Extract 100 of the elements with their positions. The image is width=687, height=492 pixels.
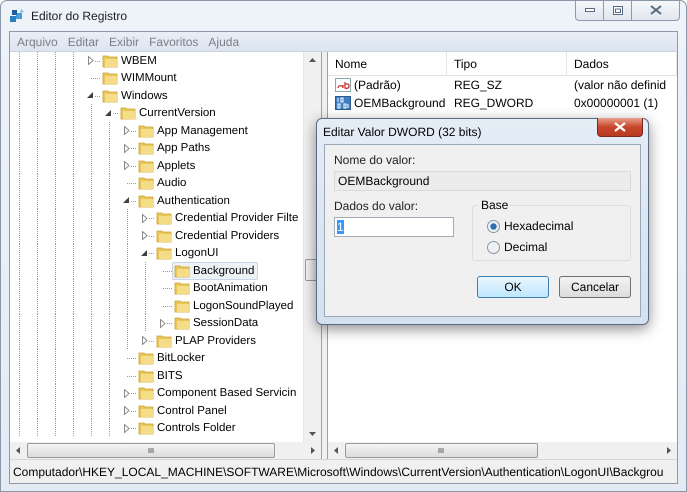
group-label: Base <box>479 198 510 212</box>
scroll-left-icon[interactable] <box>15 447 22 454</box>
scroll-up-icon[interactable] <box>309 57 316 64</box>
tree-item[interactable]: App Paths <box>136 139 214 158</box>
scroll-down-icon[interactable] <box>309 430 316 437</box>
collapse-arrow-icon[interactable] <box>123 197 130 204</box>
tree-item[interactable]: BITS <box>136 366 187 385</box>
tree-item[interactable]: SessionData <box>172 314 262 332</box>
tree-item[interactable]: Background <box>172 262 258 280</box>
folder-icon <box>174 298 190 313</box>
folder-icon <box>138 421 154 436</box>
tree-item[interactable]: Authentication <box>136 192 234 210</box>
tree-item[interactable]: CurrentVersion <box>118 104 220 122</box>
folder-icon <box>156 246 172 260</box>
scroll-left-icon[interactable] <box>333 447 340 454</box>
close-icon <box>650 5 662 15</box>
folder-icon <box>156 228 172 243</box>
radio-label: Hexadecimal <box>504 219 574 233</box>
radio-button[interactable] <box>487 220 500 232</box>
tree-item[interactable]: BitLocker <box>136 349 209 368</box>
column-header[interactable]: Dados <box>567 52 677 75</box>
tree-item[interactable]: App Management <box>136 122 252 140</box>
dialog-button[interactable]: Cancelar <box>559 276 631 298</box>
window-title: Editor do Registro <box>31 9 128 23</box>
table-cell: OEMBackground <box>328 96 447 110</box>
column-header[interactable]: Nome <box>328 52 447 75</box>
horizontal-scrollbar[interactable] <box>10 442 322 459</box>
tree-item[interactable]: Control Panel <box>136 402 231 420</box>
scroll-thumb[interactable] <box>27 443 275 458</box>
expand-arrow-icon[interactable] <box>124 126 130 136</box>
table-cell-text: REG_SZ <box>453 78 504 92</box>
folder-icon <box>102 88 118 103</box>
collapse-arrow-icon[interactable] <box>87 92 94 100</box>
maximize-button[interactable] <box>604 1 632 21</box>
table-cell-text: REG_DWORD <box>453 96 534 110</box>
expand-arrow-icon[interactable] <box>142 214 148 223</box>
table-cell: (Padrão) <box>328 78 447 92</box>
close-button[interactable] <box>632 1 680 21</box>
maximize-icon <box>612 6 622 14</box>
tree-item[interactable]: Credential Provider Filte <box>154 209 302 228</box>
expand-arrow-icon[interactable] <box>124 144 130 153</box>
folder-icon <box>102 54 118 68</box>
minimize-button[interactable] <box>575 1 604 21</box>
folder-icon <box>138 141 154 156</box>
tree-item[interactable]: Credential Providers <box>154 226 284 245</box>
field-label: Nome do valor: <box>334 153 416 167</box>
tree-item[interactable]: PLAP Providers <box>154 332 260 350</box>
scroll-right-icon[interactable] <box>665 447 672 454</box>
dialog-button[interactable]: OK <box>477 276 549 298</box>
dialog-title: Editar Valor DWORD (32 bits) <box>323 124 482 138</box>
scroll-right-icon[interactable] <box>309 447 316 454</box>
radio-label: Decimal <box>504 240 548 254</box>
tree-item[interactable]: Applets <box>136 156 200 175</box>
scroll-thumb[interactable] <box>345 443 538 458</box>
folder-icon <box>138 351 154 366</box>
expand-arrow-icon[interactable] <box>124 388 130 398</box>
status-bar: Computador\HKEY_LOCAL_MACHINE\SOFTWARE\Microsoft\Windows\CurrentVersion\Authentication\LogonUI\Backgrou <box>10 459 677 483</box>
tree-item[interactable]: BootAnimation <box>172 279 272 298</box>
folder-icon <box>138 194 154 208</box>
grip-icon <box>438 448 445 453</box>
registry-cubes-icon <box>9 8 25 24</box>
binary-value-icon <box>335 96 351 110</box>
folder-icon <box>138 386 154 400</box>
value-name-field[interactable]: OEMBackground <box>334 171 631 191</box>
folder-icon <box>102 71 118 86</box>
expand-arrow-icon[interactable] <box>142 231 148 240</box>
folder-icon <box>138 404 154 418</box>
expand-arrow-icon[interactable] <box>124 406 130 416</box>
field-label: Dados do valor: <box>334 199 420 213</box>
tree-item[interactable]: Component Based Servicin <box>136 384 300 402</box>
tree-item[interactable]: Controls Folder <box>136 419 240 438</box>
close-button[interactable] <box>597 118 643 137</box>
expand-arrow-icon[interactable] <box>160 318 166 328</box>
tree-item[interactable]: LogonUI <box>154 244 222 262</box>
horizontal-scrollbar[interactable] <box>328 442 677 459</box>
tree-item[interactable]: WIMMount <box>100 69 181 88</box>
minimize-icon <box>584 8 594 12</box>
close-icon <box>614 122 626 132</box>
folder-icon <box>174 281 190 296</box>
folder-icon <box>138 368 154 383</box>
grip-icon <box>148 448 154 453</box>
tree-item[interactable]: WBEM <box>100 52 161 70</box>
expand-arrow-icon[interactable] <box>88 56 94 66</box>
folder-icon <box>174 264 190 278</box>
folder-icon <box>138 176 154 190</box>
radio-button[interactable] <box>487 240 500 254</box>
folder-icon <box>156 211 172 226</box>
table-cell-text: (valor não definid <box>573 78 668 92</box>
tree-item[interactable]: Audio <box>136 174 190 192</box>
expand-arrow-icon[interactable] <box>124 161 130 170</box>
expand-arrow-icon[interactable] <box>142 336 148 346</box>
folder-icon <box>156 334 172 348</box>
folder-icon <box>174 316 190 330</box>
tree-item[interactable]: Windows <box>100 86 172 105</box>
tree-item[interactable]: LogonSoundPlayed <box>172 296 298 315</box>
expand-arrow-icon[interactable] <box>124 424 130 433</box>
string-value-icon <box>335 78 351 92</box>
folder-icon <box>138 158 154 173</box>
folder-icon <box>120 106 136 120</box>
column-header[interactable]: Tipo <box>447 52 567 75</box>
